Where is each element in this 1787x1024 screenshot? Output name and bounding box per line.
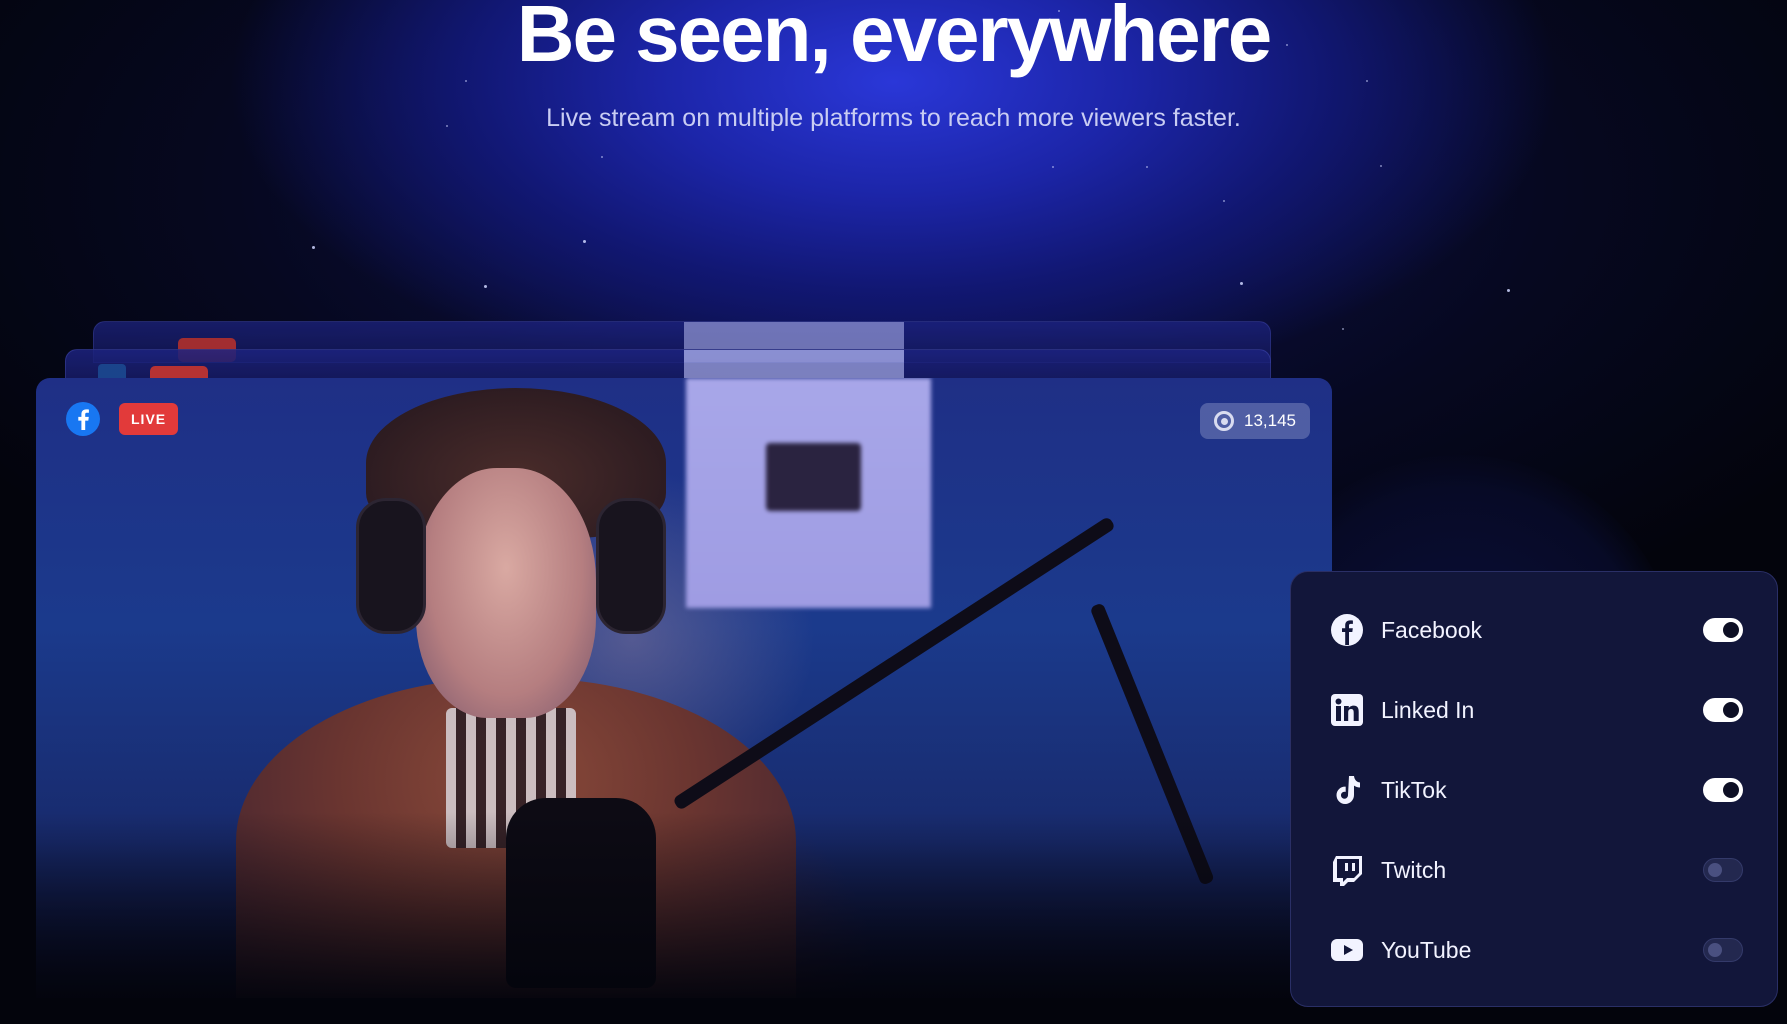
platform-row-facebook: Facebook (1329, 590, 1743, 670)
tiktok-icon (1329, 772, 1365, 808)
platform-name: Twitch (1381, 856, 1447, 883)
live-stream-video[interactable]: LIVE 13,145 (36, 378, 1332, 998)
linkedin-icon (1329, 692, 1365, 728)
live-badge: LIVE (119, 403, 179, 435)
streamer-shirt (446, 708, 576, 848)
headphones-left (356, 498, 426, 634)
platform-name: TikTok (1381, 776, 1447, 803)
platform-row-tiktok: TikTok (1329, 750, 1743, 830)
platform-name: Linked In (1381, 696, 1475, 723)
landing-page: Be seen, everywhere Live stream on multi… (0, 0, 1787, 1024)
linkedin-toggle[interactable] (1703, 698, 1743, 722)
mic-arm (1089, 602, 1215, 886)
platform-name: YouTube (1381, 936, 1472, 963)
streamer-hair (366, 388, 666, 538)
streamer-body (236, 678, 796, 998)
platform-row-youtube: YouTube (1329, 910, 1743, 990)
viewer-count-value: 13,145 (1244, 411, 1296, 430)
viewers-icon (1214, 411, 1234, 431)
twitch-toggle[interactable] (1703, 858, 1743, 882)
youtube-icon (1329, 932, 1365, 968)
facebook-toggle[interactable] (1703, 618, 1743, 642)
platform-name: Facebook (1381, 616, 1483, 643)
platform-row-twitch: Twitch (1329, 830, 1743, 910)
poster-logo (766, 443, 861, 511)
hero-title: Be seen, everywhere (516, 0, 1273, 78)
facebook-icon (1329, 612, 1365, 648)
hero-subtitle: Live stream on multiple platforms to rea… (546, 104, 1241, 132)
viewer-count: 13,145 (1200, 403, 1310, 439)
facebook-icon (66, 402, 100, 436)
twitch-icon (1329, 852, 1365, 888)
youtube-toggle[interactable] (1703, 938, 1743, 962)
streamer-face (416, 468, 596, 718)
wall-poster (686, 378, 931, 608)
microphone (506, 798, 656, 988)
platform-selector: Facebook Linked In TikTok Twitch YouTube (1290, 571, 1778, 1007)
mic-arm (672, 515, 1116, 811)
tiktok-toggle[interactable] (1703, 778, 1743, 802)
platform-row-linkedin: Linked In (1329, 670, 1743, 750)
headphones-right (596, 498, 666, 634)
